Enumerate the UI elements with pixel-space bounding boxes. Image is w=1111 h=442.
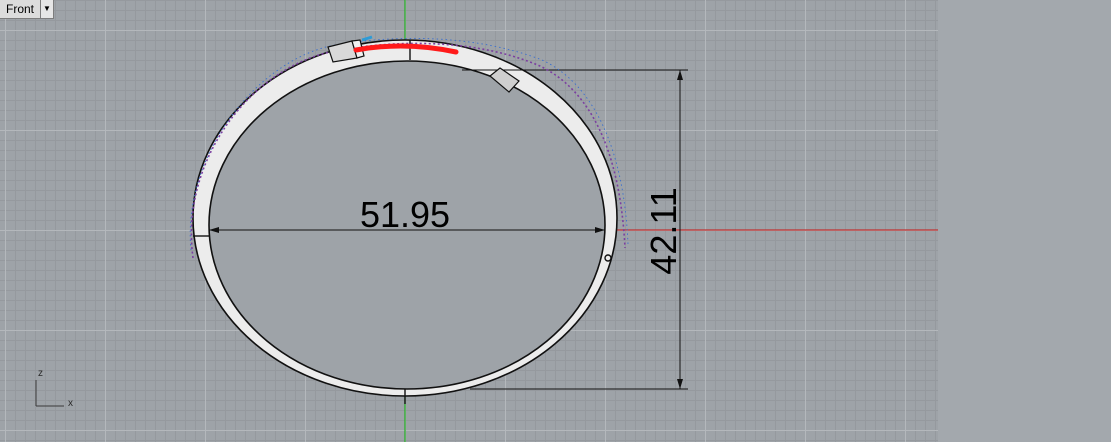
width-dimension-label: 51.95: [360, 194, 450, 235]
axis-x-label: x: [68, 398, 73, 409]
scene-canvas[interactable]: 51.95 42.11 z x: [0, 0, 938, 442]
viewport-title[interactable]: Front: [0, 0, 40, 18]
empty-panel: [938, 0, 1111, 442]
viewport-menu-button[interactable]: ▼: [40, 0, 54, 18]
axis-gizmo: z x: [35, 368, 73, 409]
viewport-title-tab[interactable]: Front ▼: [0, 0, 55, 19]
height-dimension-label: 42.11: [643, 187, 684, 274]
hinge-pin-icon[interactable]: [604, 254, 612, 262]
cyan-marker: [361, 35, 373, 42]
triangle-down-icon: ▼: [43, 4, 51, 13]
axis-z-label: z: [38, 368, 43, 379]
